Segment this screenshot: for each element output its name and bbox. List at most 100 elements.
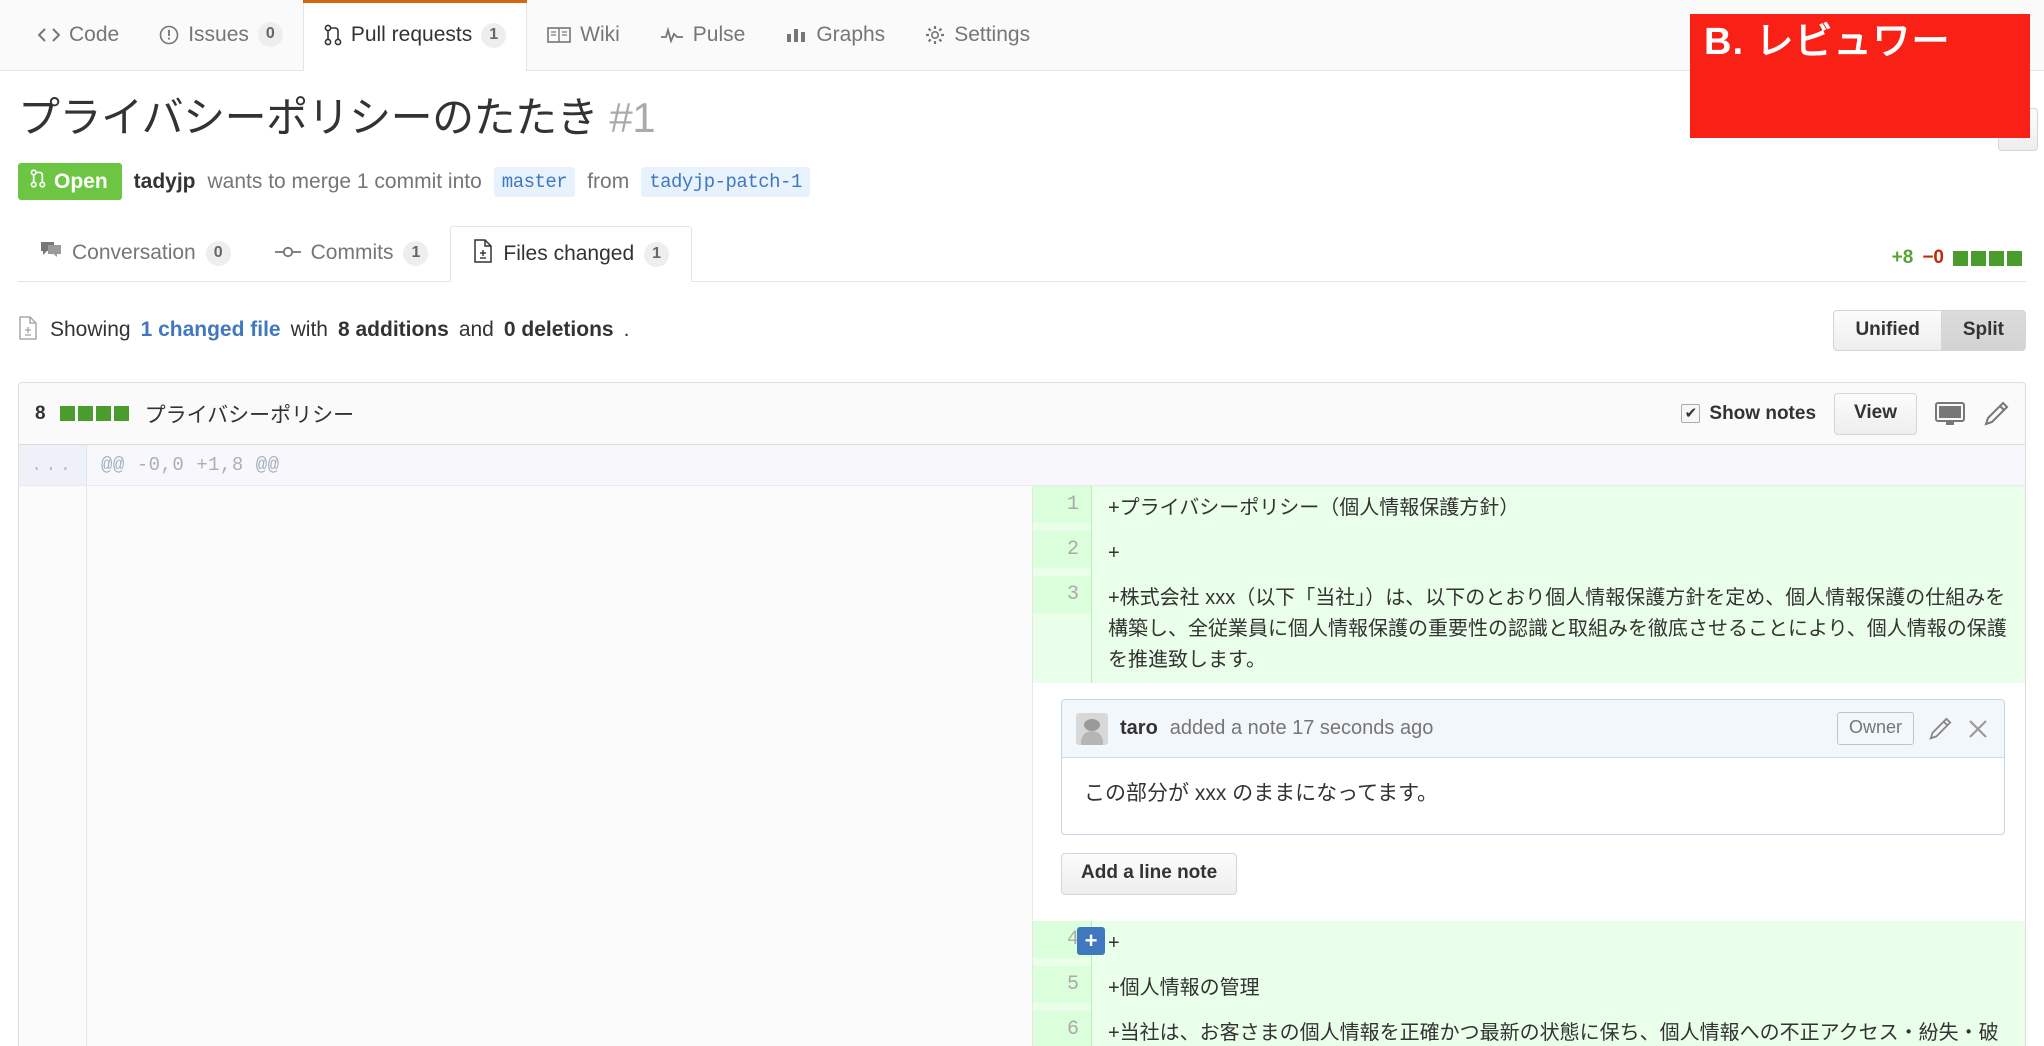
- reponav-count-issues: 0: [257, 22, 283, 47]
- note-body-text: この部分が xxx のままになってます。: [1084, 782, 1438, 806]
- note-author[interactable]: taro: [1120, 717, 1158, 740]
- view-file-button[interactable]: View: [1834, 393, 1917, 435]
- pull-request-author[interactable]: tadyjp: [134, 170, 196, 194]
- tab-files-changed[interactable]: Files changed 1: [450, 226, 693, 283]
- pull-request-meta: Open tadyjp wants to merge 1 commit into…: [18, 163, 2026, 201]
- diffstat-deletions: −0: [1922, 247, 1944, 269]
- diff-line[interactable]: 1 +プライバシーポリシー（個人情報保護方針）: [1033, 486, 2025, 532]
- diff-line[interactable]: 4 + +: [1033, 920, 2025, 966]
- line-content: +個人情報の管理: [1091, 965, 2025, 1011]
- reponav-label-graphs: Graphs: [816, 22, 886, 46]
- tab-conversation[interactable]: Conversation 0: [18, 225, 253, 281]
- add-line-note-button[interactable]: Add a line note: [1061, 852, 1238, 895]
- pull-request-tabnav: Conversation 0 Commits 1 Files changed 1…: [18, 225, 2026, 283]
- diff-lines-after-note: 4 + + 5 +個人情報の管理 6 +当社は、お客さまの個人情報を正確かつ最新…: [1033, 920, 2025, 1046]
- file-additions-count: 8: [35, 402, 46, 424]
- tab-commits[interactable]: Commits 1: [253, 225, 451, 281]
- diff-file-icon: [18, 316, 38, 345]
- git-pull-request-icon: [324, 24, 342, 46]
- line-number[interactable]: 4 +: [1033, 920, 1105, 958]
- reponav-label-pull-requests: Pull requests: [350, 23, 473, 46]
- diff-lines-before-note: 1 +プライバシーポリシー（個人情報保護方針） 2 + 3 +株式会社 xxx（…: [1033, 486, 2025, 684]
- pencil-icon[interactable]: [1928, 717, 1952, 741]
- merge-text-before-base: wants to merge 1 commit into: [207, 169, 482, 193]
- line-number[interactable]: 6: [1033, 1010, 1091, 1046]
- line-content: +当社は、お客さまの個人情報を正確かつ最新の状態に保ち、個人情報への不正アクセス…: [1091, 1010, 2025, 1046]
- reponav-label-code: Code: [69, 22, 120, 46]
- git-commit-icon: [274, 241, 301, 265]
- diffstat-additions: +8: [1891, 247, 1914, 269]
- file-diffstat-blocks: [59, 406, 129, 422]
- reponav-count-pull-requests: 1: [481, 22, 507, 48]
- file-diff-container: 8 プライバシーポリシー ✔ Show notes View ... @@ -0…: [18, 382, 2026, 1046]
- code-icon: [38, 26, 60, 44]
- show-notes-label: Show notes: [1709, 402, 1817, 424]
- pulse-icon: [660, 26, 684, 44]
- pencil-icon[interactable]: [1983, 401, 2009, 427]
- tab-label-files-changed: Files changed: [503, 242, 635, 266]
- gear-icon: [925, 25, 945, 45]
- note-header: taro added a note 17 seconds ago Owner: [1062, 700, 2004, 759]
- monitor-icon[interactable]: [1935, 401, 1965, 426]
- diff-hunk-header-row: ... @@ -0,0 +1,8 @@: [19, 445, 2025, 487]
- unified-view-button[interactable]: Unified: [1833, 309, 1942, 352]
- page-root: Code Issues 0 Pull requests 1 Wiki Pulse…: [0, 0, 2044, 1046]
- close-icon[interactable]: [1966, 717, 1990, 741]
- line-content: +株式会社 xxx（以下「当社」）は、以下のとおり個人情報保護方針を定め、個人情…: [1091, 576, 2025, 684]
- diff-pane-modified: 1 +プライバシーポリシー（個人情報保護方針） 2 + 3 +株式会社 xxx（…: [1033, 486, 2025, 1046]
- summary-changed-file-link[interactable]: 1 changed file: [141, 318, 281, 342]
- diff-pane-original: [19, 486, 1033, 1046]
- file-actions: ✔ Show notes View: [1681, 393, 2009, 435]
- line-content: +: [1091, 531, 2025, 577]
- inline-note-card: taro added a note 17 seconds ago Owner こ…: [1061, 699, 2005, 835]
- diff-line[interactable]: 2 +: [1033, 531, 2025, 577]
- base-branch-chip[interactable]: master: [493, 166, 576, 197]
- diff-summary-text: Showing 1 changed file with 8 additions …: [50, 318, 629, 342]
- diff-view-toggle: Unified Split: [1833, 309, 2026, 352]
- diff-line[interactable]: 3 +株式会社 xxx（以下「当社」）は、以下のとおり個人情報保護方針を定め、個…: [1033, 576, 2025, 684]
- split-view-button[interactable]: Split: [1941, 309, 2026, 352]
- summary-period: .: [623, 318, 630, 342]
- diffstat: +8 −0: [1892, 247, 2022, 269]
- reponav-item-graphs[interactable]: Graphs: [765, 0, 905, 70]
- line-number[interactable]: 1: [1033, 486, 1091, 524]
- diff-line[interactable]: 5 +個人情報の管理: [1033, 965, 2025, 1011]
- check-icon[interactable]: ✔: [1681, 404, 1701, 424]
- reponav-item-pulse[interactable]: Pulse: [640, 0, 766, 70]
- line-number[interactable]: 5: [1033, 965, 1091, 1003]
- tab-count-commits: 1: [403, 240, 429, 266]
- reponav-item-wiki[interactable]: Wiki: [527, 0, 640, 70]
- head-branch-chip[interactable]: tadyjp-patch-1: [641, 166, 810, 197]
- diff-file-icon: [473, 239, 493, 269]
- reponav-item-issues[interactable]: Issues 0: [139, 0, 303, 70]
- reponav-label-wiki: Wiki: [580, 22, 620, 46]
- reponav-label-settings: Settings: [954, 22, 1031, 46]
- status-badge: Open: [18, 163, 122, 201]
- reponav-item-code[interactable]: Code: [18, 0, 139, 70]
- issue-icon: [159, 25, 179, 45]
- tab-count-conversation: 0: [205, 240, 231, 266]
- add-note-plus-button[interactable]: +: [1077, 926, 1105, 955]
- file-name[interactable]: プライバシーポリシー: [145, 399, 355, 429]
- inline-note-region: taro added a note 17 seconds ago Owner こ…: [1033, 683, 2025, 921]
- merge-text-before-head: from: [587, 169, 630, 193]
- reponav-item-settings[interactable]: Settings: [905, 0, 1050, 70]
- hunk-header-text: @@ -0,0 +1,8 @@: [101, 454, 280, 477]
- reponav-label-pulse: Pulse: [692, 22, 746, 46]
- tab-label-conversation: Conversation: [72, 241, 196, 265]
- reponav-item-pull-requests[interactable]: Pull requests 1: [302, 0, 528, 71]
- owner-badge: Owner: [1836, 712, 1914, 746]
- diff-toolbar: Showing 1 changed file with 8 additions …: [18, 304, 2026, 356]
- pull-request-number: #1: [609, 94, 656, 141]
- diff-split-view: 1 +プライバシーポリシー（個人情報保護方針） 2 + 3 +株式会社 xxx（…: [19, 486, 2025, 1046]
- show-notes-toggle[interactable]: ✔ Show notes: [1681, 403, 1816, 425]
- diff-line[interactable]: 6 +当社は、お客さまの個人情報を正確かつ最新の状態に保ち、個人情報への不正アク…: [1033, 1010, 2025, 1046]
- avatar[interactable]: [1076, 712, 1108, 745]
- hunk-expander-button[interactable]: ...: [19, 445, 87, 486]
- file-header: 8 プライバシーポリシー ✔ Show notes View: [19, 383, 2025, 446]
- line-number[interactable]: 3: [1033, 576, 1091, 614]
- line-number[interactable]: 2: [1033, 531, 1091, 569]
- line-content: +プライバシーポリシー（個人情報保護方針）: [1091, 486, 2025, 532]
- tab-count-files-changed: 1: [644, 241, 670, 267]
- summary-additions: 8 additions: [337, 318, 449, 342]
